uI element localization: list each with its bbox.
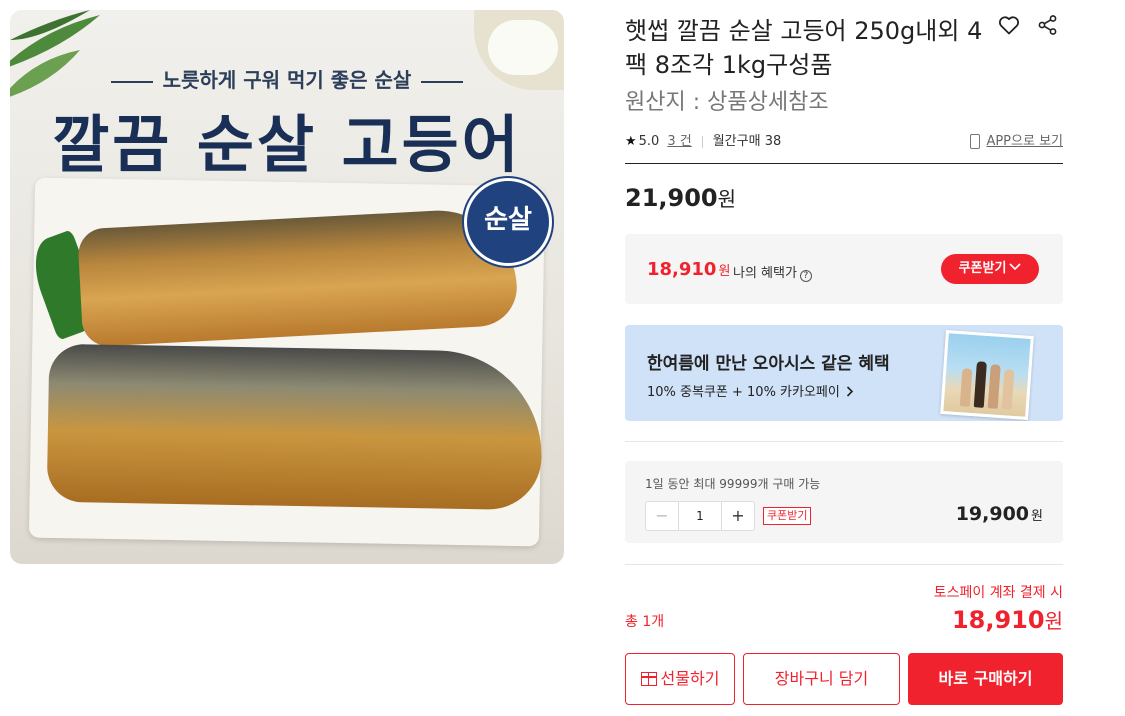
benefit-price: 18,910 원 bbox=[647, 259, 731, 280]
chevron-right-icon bbox=[846, 386, 853, 397]
divider bbox=[625, 441, 1063, 442]
line-price: 19,900 원 bbox=[955, 503, 1043, 525]
phone-icon bbox=[970, 134, 981, 149]
mackerel-fillet bbox=[77, 206, 519, 348]
coupon-download-button[interactable]: 쿠폰받기 bbox=[941, 254, 1039, 284]
star-icon: ★ bbox=[625, 134, 637, 149]
benefit-price-label: 나의 혜택가? bbox=[733, 262, 812, 282]
heart-icon[interactable] bbox=[997, 13, 1021, 37]
promo-banner-photo bbox=[940, 330, 1034, 420]
coupon-tag-button[interactable]: 쿠폰받기 bbox=[763, 507, 812, 525]
divider bbox=[625, 564, 1063, 565]
total-count: 총 1개 bbox=[625, 614, 665, 630]
increase-button[interactable]: + bbox=[722, 502, 754, 530]
gift-button[interactable]: 선물하기 bbox=[625, 653, 735, 705]
benefit-price-box: 18,910 원 나의 혜택가? 쿠폰받기 bbox=[625, 234, 1063, 304]
total-price: 18,910원 bbox=[951, 606, 1063, 634]
image-headline: 깔끔 순살 고등어 bbox=[52, 108, 522, 181]
quantity-input[interactable]: 1 bbox=[678, 502, 722, 530]
toss-pay-label: 토스페이 계좌 결제 시 bbox=[933, 585, 1063, 601]
promo-banner-subtitle: 10% 중복쿠폰 + 10% 카카오페이 bbox=[647, 381, 854, 400]
decrease-button[interactable]: − bbox=[646, 502, 678, 530]
buy-now-button[interactable]: 바로 구매하기 bbox=[908, 653, 1063, 705]
meta-row: ★ 5.0 3 건 월간구매 38 APP으로 보기 bbox=[625, 130, 1063, 156]
product-image[interactable]: 노릇하게 구워 먹기 좋은 순살 깔끔 순살 고등어 순살 bbox=[10, 10, 564, 564]
share-icon[interactable] bbox=[1037, 14, 1059, 36]
product-title: 햇썹 깔끔 순살 고등어 250g내외 4팩 8조각 1kg구성품 bbox=[625, 17, 983, 79]
chevron-down-icon bbox=[1009, 263, 1021, 271]
image-tagline: 노릇하게 구워 먹기 좋은 순살 bbox=[10, 64, 564, 93]
add-to-cart-button[interactable]: 장바구니 담기 bbox=[743, 653, 900, 705]
quantity-box: 1일 동안 최대 99999개 구매 가능 − 1 + 쿠폰받기 19,900 원 bbox=[625, 461, 1063, 543]
purchase-limit: 1일 동안 최대 99999개 구매 가능 bbox=[645, 477, 821, 491]
gift-icon bbox=[640, 672, 657, 686]
divider bbox=[701, 135, 703, 148]
original-price: 21,900원 bbox=[625, 184, 737, 212]
mackerel-fillet bbox=[46, 343, 544, 511]
review-count-link[interactable]: 3 건 bbox=[667, 134, 691, 149]
origin-info: 원산지 : 상품상세참조 bbox=[625, 90, 829, 115]
rating-value: 5.0 bbox=[638, 134, 660, 149]
help-icon[interactable]: ? bbox=[799, 270, 812, 282]
image-badge: 순살 bbox=[464, 178, 552, 266]
app-view-link[interactable]: APP으로 보기 bbox=[970, 130, 1063, 149]
divider bbox=[625, 163, 1063, 164]
quantity-stepper: − 1 + bbox=[645, 501, 755, 531]
promo-banner-title: 한여름에 만난 오아시스 같은 혜택 bbox=[647, 354, 890, 374]
monthly-purchase: 월간구매 38 bbox=[712, 134, 782, 149]
promo-banner[interactable]: 한여름에 만난 오아시스 같은 혜택 10% 중복쿠폰 + 10% 카카오페이 bbox=[625, 325, 1063, 421]
